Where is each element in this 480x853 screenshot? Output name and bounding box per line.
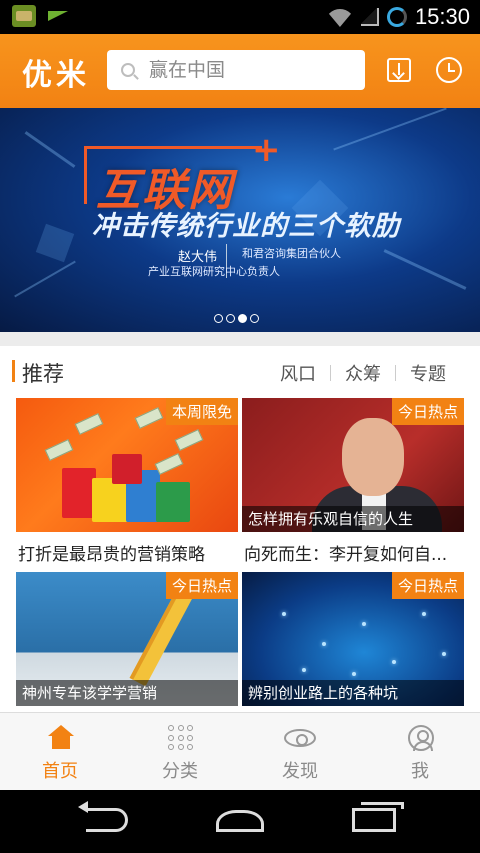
carousel-dot[interactable] (226, 314, 235, 323)
content-card[interactable]: 本周限免 打折是最昂贵的营销策略 (16, 398, 238, 568)
carousel-dot-active[interactable] (238, 314, 247, 323)
tab-label: 我 (411, 761, 429, 782)
grid-icon (168, 725, 194, 751)
home-nav-icon[interactable] (216, 810, 264, 832)
card-badge: 今日热点 (391, 572, 464, 599)
tab-category[interactable]: 分类 (120, 713, 240, 791)
signal-icon (360, 8, 379, 26)
system-nav-bar (0, 790, 480, 853)
back-icon[interactable] (86, 808, 128, 832)
app-header: 优米 (0, 34, 480, 108)
search-bar[interactable] (107, 50, 365, 90)
card-image: 神州专车该学学营销 今日热点 (16, 572, 238, 706)
card-image: 本周限免 (16, 398, 238, 532)
card-caption: 怎样拥有乐观自信的人生 (242, 506, 464, 532)
recommend-header: 推荐 风口 众筹 专题 (0, 346, 480, 398)
eye-icon (284, 729, 316, 747)
tab-me[interactable]: 我 (360, 713, 480, 791)
card-badge: 今日热点 (391, 398, 464, 425)
download-icon[interactable] (387, 58, 411, 82)
app-notification-icon (12, 5, 36, 27)
link-zhongchou[interactable]: 众筹 (331, 360, 395, 386)
carousel-indicator (214, 314, 259, 323)
content-card[interactable]: 辨别创业路上的各种坑 今日热点 (242, 572, 464, 708)
link-zhuanti[interactable]: 专题 (396, 360, 460, 386)
card-title: 向死而生：李开复如何自... (244, 545, 448, 565)
history-icon[interactable] (436, 57, 462, 83)
carousel-dot[interactable] (250, 314, 259, 323)
carousel-dot[interactable] (214, 314, 223, 323)
tab-label: 发现 (282, 761, 318, 782)
recommend-links: 风口 众筹 专题 (266, 360, 460, 386)
card-caption: 神州专车该学学营销 (16, 680, 238, 706)
search-icon (121, 63, 135, 77)
card-title: 打折是最昂贵的营销策略 (18, 545, 205, 565)
card-badge: 本周限免 (165, 398, 238, 425)
status-bar: 15:30 (0, 0, 480, 34)
bottom-tab-bar: 首页 分类 发现 我 (0, 712, 480, 790)
tab-discover[interactable]: 发现 (240, 713, 360, 791)
content-card[interactable]: 神州专车该学学营销 今日热点 (16, 572, 238, 708)
banner-desc-line1: 和君咨询集团合伙人 (242, 247, 341, 260)
tab-home[interactable]: 首页 (0, 713, 120, 791)
tab-label: 首页 (42, 761, 78, 782)
status-time: 15:30 (414, 4, 470, 29)
banner-plus: + (252, 130, 281, 170)
card-image: 怎样拥有乐观自信的人生 今日热点 (242, 398, 464, 532)
tab-label: 分类 (162, 761, 198, 782)
card-badge: 今日热点 (165, 572, 238, 599)
section-gap (0, 332, 480, 346)
battery-icon (386, 7, 407, 27)
content-card[interactable]: 怎样拥有乐观自信的人生 今日热点 向死而生：李开复如何自... (242, 398, 464, 568)
wifi-icon (327, 7, 353, 27)
recent-apps-icon[interactable] (352, 802, 404, 832)
home-icon (48, 725, 74, 749)
search-input[interactable] (149, 59, 349, 81)
section-accent-bar (12, 360, 15, 382)
link-fengkou[interactable]: 风口 (266, 360, 330, 386)
banner-desc-line2: 产业互联网研究中心负责人 (148, 265, 280, 278)
app-logo: 优米 (22, 58, 90, 93)
card-caption: 辨别创业路上的各种坑 (242, 680, 464, 706)
recommend-title: 推荐 (22, 362, 64, 386)
banner-carousel[interactable]: 互联网 + 冲击传统行业的三个软肋 赵大伟 和君咨询集团合伙人 产业互联网研究中… (0, 108, 480, 332)
card-image: 辨别创业路上的各种坑 今日热点 (242, 572, 464, 706)
banner-subtitle: 冲击传统行业的三个软肋 (92, 211, 400, 242)
download-notification-icon (46, 5, 70, 27)
user-icon (408, 725, 434, 751)
